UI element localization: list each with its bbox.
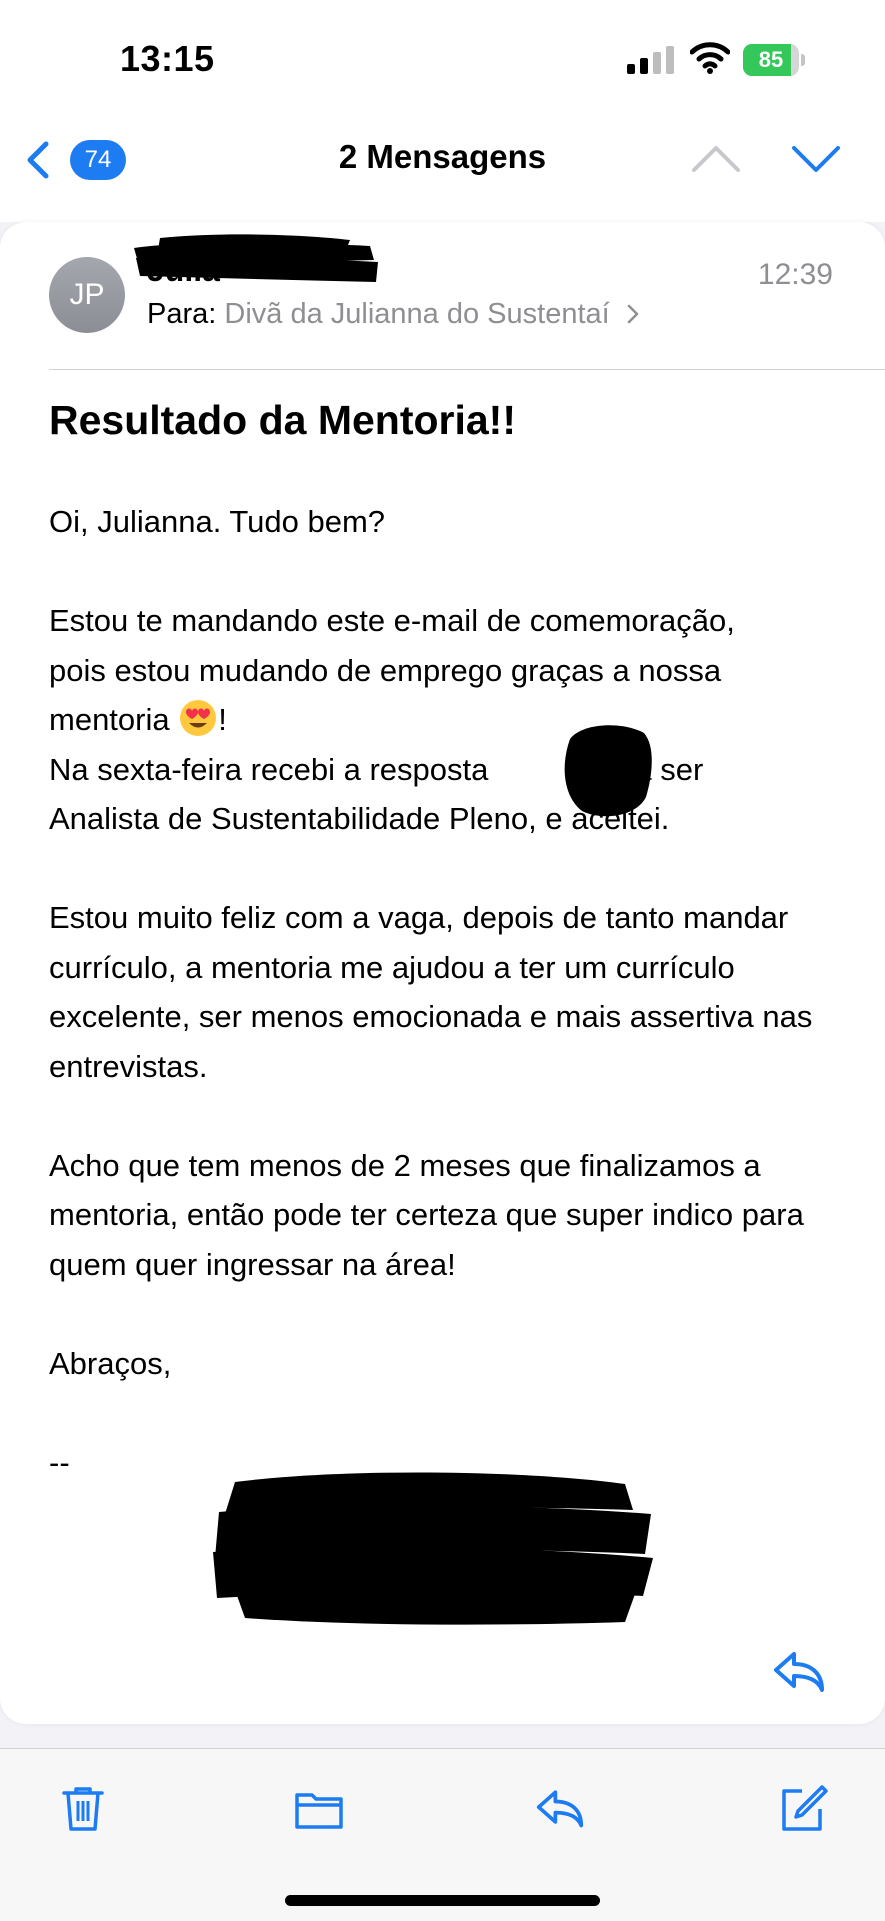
page-title: 2 Mensagens bbox=[338, 138, 547, 175]
wifi-icon bbox=[690, 42, 730, 74]
recipient-name: Divã da Julianna do Sustentaí bbox=[224, 298, 610, 330]
battery-body: 85 bbox=[743, 44, 799, 76]
message-time: 12:39 bbox=[757, 258, 833, 291]
cellular-signal-icon bbox=[627, 46, 674, 74]
header-divider bbox=[49, 369, 885, 370]
battery-tip bbox=[801, 54, 805, 66]
message-body: Oi, Julianna. Tudo bem? Estou te mandand… bbox=[49, 497, 849, 1597]
redaction-mark bbox=[564, 725, 652, 817]
redaction-mark bbox=[134, 234, 378, 282]
heart-eyes-emoji-icon bbox=[180, 700, 217, 736]
body-closing: Abraços, bbox=[49, 1345, 172, 1381]
to-label: Para: bbox=[147, 298, 217, 330]
body-line: pois estou mudando de emprego graças a n… bbox=[49, 652, 722, 688]
status-bar: 13:15 85 bbox=[0, 0, 885, 118]
compose-icon[interactable] bbox=[778, 1783, 828, 1833]
message-card: JP Julia Para: Divã da Julianna do Suste… bbox=[0, 222, 885, 1724]
redaction-mark bbox=[213, 1472, 653, 1625]
status-time: 13:15 bbox=[120, 38, 215, 79]
trash-icon[interactable] bbox=[58, 1783, 108, 1833]
nav-bar: 74 2 Mensagens bbox=[0, 118, 885, 222]
body-greeting: Oi, Julianna. Tudo bem? bbox=[49, 504, 386, 539]
body-line: Analista de Sustentabilidade Pleno, e ac… bbox=[49, 801, 670, 836]
reply-icon[interactable] bbox=[772, 1648, 826, 1694]
battery-charging-icon: 85 bbox=[743, 44, 807, 76]
body-text-fragment: ! bbox=[218, 702, 227, 737]
body-text-fragment: mentoria bbox=[49, 702, 179, 737]
home-indicator bbox=[285, 1895, 600, 1906]
body-paragraph: Acho que tem menos de 2 meses que finali… bbox=[49, 1147, 804, 1282]
body-paragraph: Estou muito feliz com a vaga, depois de … bbox=[49, 900, 813, 1084]
reply-icon[interactable] bbox=[535, 1783, 585, 1833]
battery-level-text: 85 bbox=[758, 47, 784, 72]
recipient-line[interactable]: Para: Divã da Julianna do Sustentaí bbox=[147, 298, 640, 331]
chevron-down-icon[interactable] bbox=[790, 140, 842, 176]
avatar[interactable]: JP bbox=[49, 257, 125, 333]
chevron-up-icon[interactable] bbox=[690, 140, 742, 176]
message-subject: Resultado da Mentoria!! bbox=[49, 397, 516, 443]
body-line: mentoria ! bbox=[49, 695, 849, 745]
folder-icon[interactable] bbox=[294, 1783, 344, 1833]
body-text-fragment: Na sexta-feira recebi a resposta bbox=[49, 751, 497, 787]
body-line: Na sexta-feira recebi a resposta para se… bbox=[49, 745, 849, 795]
body-line: Estou te mandando este e-mail de comemor… bbox=[49, 603, 735, 638]
chevron-right-icon bbox=[627, 304, 639, 324]
